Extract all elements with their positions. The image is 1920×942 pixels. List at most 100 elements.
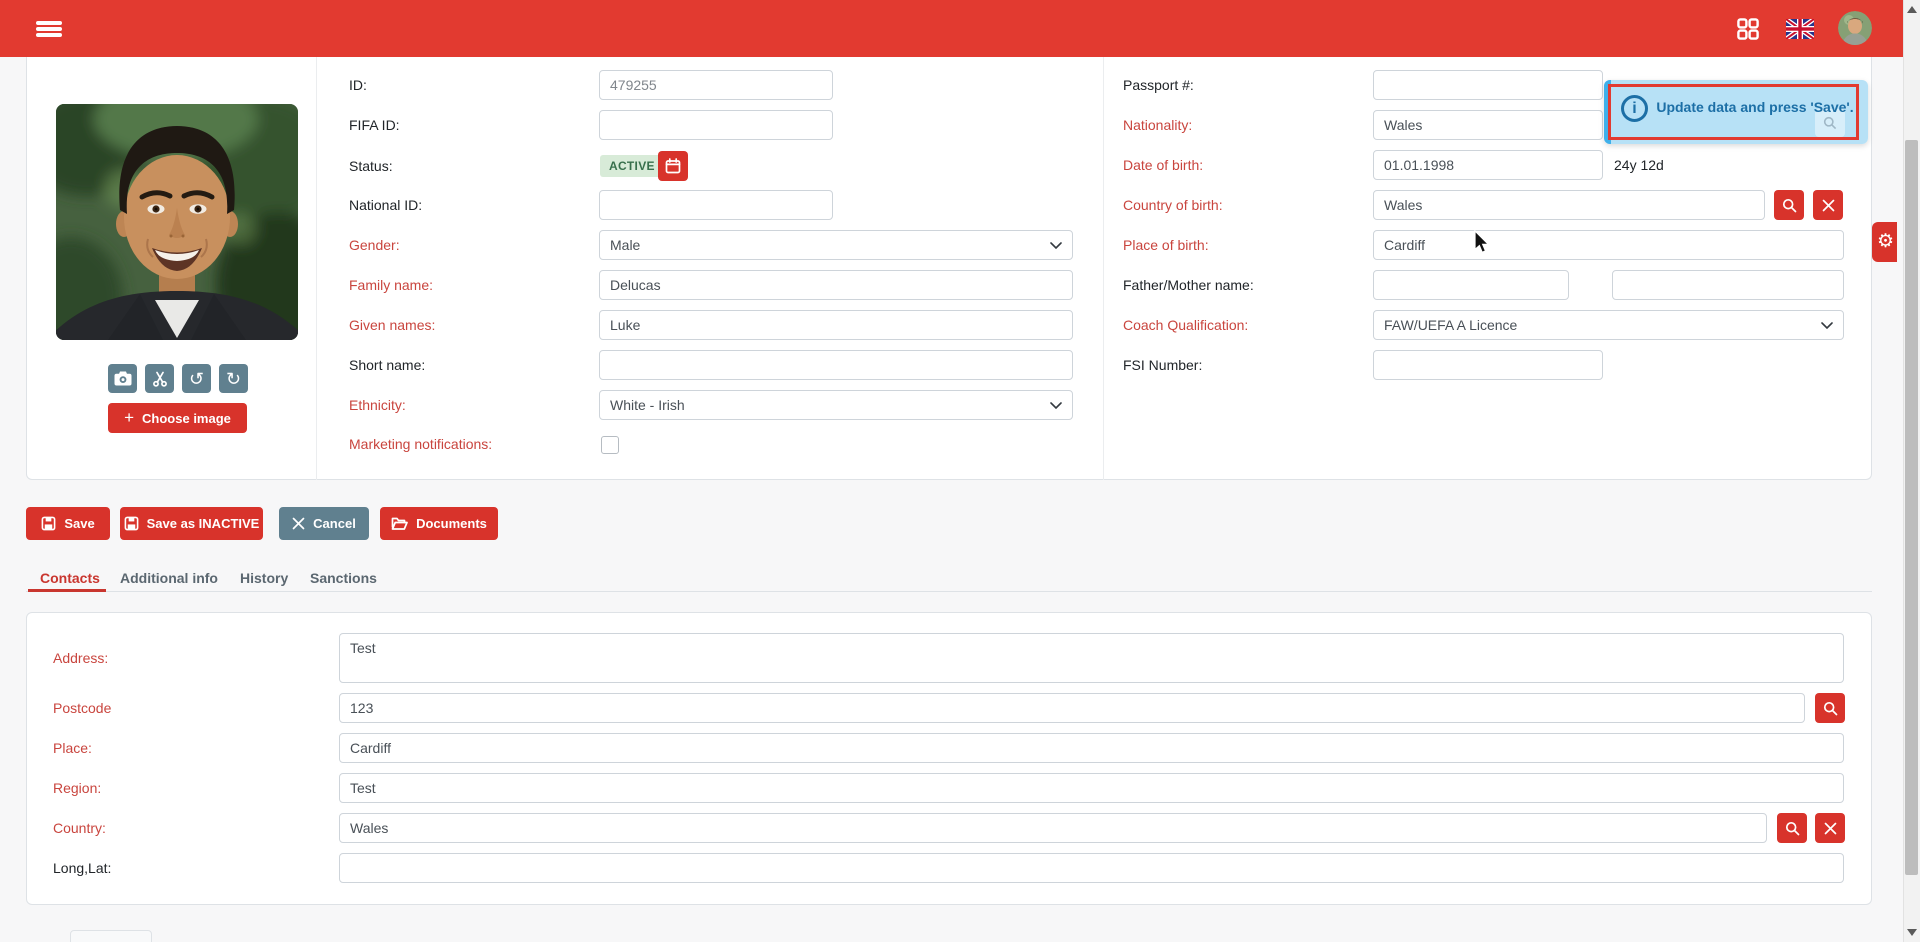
given-names-input[interactable] bbox=[599, 310, 1073, 340]
redo-icon: ↻ bbox=[226, 370, 241, 388]
user-avatar[interactable] bbox=[1838, 11, 1872, 45]
chevron-down-icon bbox=[1050, 242, 1062, 249]
close-icon bbox=[1822, 199, 1835, 212]
region-label: Region: bbox=[53, 773, 101, 803]
scroll-up-icon[interactable] bbox=[1907, 6, 1917, 13]
address-textarea[interactable]: Test bbox=[339, 633, 1844, 683]
scrollbar-thumb[interactable] bbox=[1905, 140, 1918, 875]
short-name-label: Short name: bbox=[349, 350, 425, 380]
person-photo bbox=[56, 104, 298, 340]
hamburger-icon bbox=[36, 19, 62, 39]
country-search-button[interactable] bbox=[1777, 813, 1807, 843]
place-of-birth-input[interactable] bbox=[1373, 230, 1844, 260]
family-name-input[interactable] bbox=[599, 270, 1073, 300]
father-name-input[interactable] bbox=[1373, 270, 1569, 300]
folder-icon bbox=[391, 516, 408, 531]
ethnicity-label: Ethnicity: bbox=[349, 390, 406, 420]
column-divider bbox=[1103, 57, 1104, 480]
portrait-image bbox=[56, 104, 298, 340]
avatar bbox=[1838, 11, 1872, 45]
postcode-input[interactable] bbox=[339, 693, 1805, 723]
documents-label: Documents bbox=[416, 516, 487, 531]
mother-name-input[interactable] bbox=[1612, 270, 1844, 300]
region-input[interactable] bbox=[339, 773, 1844, 803]
info-icon: i bbox=[1621, 95, 1648, 122]
country-of-birth-input[interactable] bbox=[1373, 190, 1765, 220]
fifa-id-label: FIFA ID: bbox=[349, 110, 400, 140]
tooltip-text: Update data and press 'Save'. bbox=[1656, 95, 1854, 119]
save-icon bbox=[41, 516, 56, 531]
long-lat-input[interactable] bbox=[339, 853, 1844, 883]
settings-panel-button[interactable]: ⚙ bbox=[1872, 222, 1897, 262]
fifa-id-input[interactable] bbox=[599, 110, 833, 140]
national-id-label: National ID: bbox=[349, 190, 422, 220]
status-label: Status: bbox=[349, 151, 393, 181]
coach-qualification-select[interactable]: FAW/UEFA A Licence bbox=[1373, 310, 1844, 340]
save-button[interactable]: Save bbox=[26, 507, 110, 540]
place-input[interactable] bbox=[339, 733, 1844, 763]
country-clear-button[interactable] bbox=[1815, 813, 1845, 843]
age-text: 24y 12d bbox=[1614, 150, 1664, 180]
menu-button[interactable] bbox=[30, 12, 68, 46]
tab-contacts[interactable]: Contacts bbox=[40, 565, 100, 591]
passport-label: Passport #: bbox=[1123, 70, 1194, 100]
page: ↺ ↻ + Choose image ID: FIFA ID: Status: … bbox=[0, 0, 1920, 942]
uk-flag-icon bbox=[1786, 19, 1814, 39]
photo-redo-button[interactable]: ↻ bbox=[219, 364, 248, 393]
save-as-inactive-label: Save as INACTIVE bbox=[147, 516, 260, 531]
country-of-birth-clear-button[interactable] bbox=[1813, 190, 1843, 220]
choose-image-button[interactable]: + Choose image bbox=[108, 403, 247, 433]
scissors-icon bbox=[152, 371, 168, 387]
photo-crop-button[interactable] bbox=[145, 364, 174, 393]
app-header bbox=[0, 0, 1920, 57]
passport-input[interactable] bbox=[1373, 70, 1603, 100]
ethnicity-select[interactable]: White - Irish bbox=[599, 390, 1073, 420]
photo-camera-button[interactable] bbox=[108, 364, 137, 393]
gender-select[interactable]: Male bbox=[599, 230, 1073, 260]
fsi-number-label: FSI Number: bbox=[1123, 350, 1202, 380]
coach-qualification-label: Coach Qualification: bbox=[1123, 310, 1248, 340]
undo-icon: ↺ bbox=[189, 370, 204, 388]
close-icon bbox=[292, 517, 305, 530]
save-as-inactive-button[interactable]: Save as INACTIVE bbox=[120, 507, 263, 540]
gender-label: Gender: bbox=[349, 230, 400, 260]
country-input[interactable] bbox=[339, 813, 1767, 843]
documents-button[interactable]: Documents bbox=[380, 507, 498, 540]
tab-sanctions[interactable]: Sanctions bbox=[310, 565, 377, 591]
date-of-birth-input[interactable] bbox=[1373, 150, 1603, 180]
status-badge: ACTIVE bbox=[600, 155, 664, 177]
save-label: Save bbox=[64, 516, 94, 531]
country-of-birth-label: Country of birth: bbox=[1123, 190, 1223, 220]
national-id-input[interactable] bbox=[599, 190, 833, 220]
fsi-number-input[interactable] bbox=[1373, 350, 1603, 380]
nationality-input[interactable] bbox=[1373, 110, 1603, 140]
place-label: Place: bbox=[53, 733, 92, 763]
calendar-icon bbox=[665, 158, 681, 174]
given-names-label: Given names: bbox=[349, 310, 435, 340]
chevron-down-icon bbox=[1050, 402, 1062, 409]
plus-icon: + bbox=[124, 408, 134, 428]
country-of-birth-search-button[interactable] bbox=[1774, 190, 1804, 220]
long-lat-label: Long,Lat: bbox=[53, 853, 111, 883]
tab-additional-info[interactable]: Additional info bbox=[120, 565, 218, 591]
scroll-down-icon[interactable] bbox=[1907, 929, 1917, 936]
short-name-input[interactable] bbox=[599, 350, 1073, 380]
cancel-button[interactable]: Cancel bbox=[279, 507, 369, 540]
apps-button[interactable] bbox=[1733, 15, 1763, 43]
marketing-checkbox[interactable] bbox=[601, 436, 619, 454]
choose-image-label: Choose image bbox=[142, 411, 231, 426]
tab-history[interactable]: History bbox=[240, 565, 288, 591]
id-input[interactable] bbox=[599, 70, 833, 100]
place-of-birth-label: Place of birth: bbox=[1123, 230, 1209, 260]
chevron-down-icon bbox=[1821, 322, 1833, 329]
save-hint-tooltip: i Update data and press 'Save'. bbox=[1604, 80, 1868, 144]
gender-value: Male bbox=[610, 237, 640, 253]
postcode-label: Postcode bbox=[53, 693, 111, 723]
camera-icon bbox=[114, 371, 132, 386]
postcode-search-button[interactable] bbox=[1815, 693, 1845, 723]
photo-undo-button[interactable]: ↺ bbox=[182, 364, 211, 393]
address-label: Address: bbox=[53, 643, 108, 673]
partial-button[interactable] bbox=[70, 930, 152, 942]
status-history-button[interactable] bbox=[658, 151, 688, 181]
language-button[interactable] bbox=[1783, 16, 1817, 42]
